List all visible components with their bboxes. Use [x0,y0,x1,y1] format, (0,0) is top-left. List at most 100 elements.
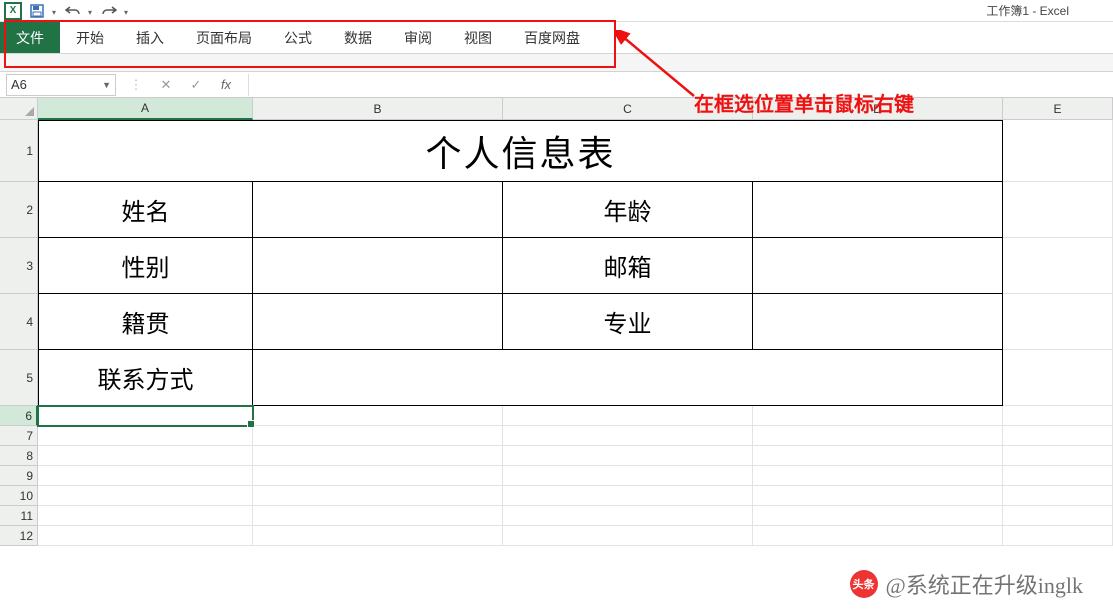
cell[interactable] [1003,406,1113,426]
cell[interactable] [1003,526,1113,546]
row-header-5[interactable]: 5 [0,350,38,406]
row-header-7[interactable]: 7 [0,426,38,446]
ribbon-tab-2[interactable]: 插入 [120,22,180,53]
cell[interactable]: 籍贯 [38,294,253,350]
cell[interactable] [753,506,1003,526]
cell[interactable] [38,506,253,526]
column-header-A[interactable]: A [38,98,253,120]
cell[interactable]: 邮箱 [503,238,753,294]
select-all-corner[interactable] [0,98,38,120]
qat-separator: ▾ [52,8,58,14]
cell[interactable] [1003,238,1113,294]
cell[interactable] [753,526,1003,546]
cell[interactable] [253,406,503,426]
fx-button[interactable]: fx [214,77,238,92]
ribbon-tab-6[interactable]: 审阅 [388,22,448,53]
row-header-6[interactable]: 6 [0,406,38,426]
cell[interactable] [253,182,503,238]
cell[interactable]: 专业 [503,294,753,350]
cell[interactable] [753,426,1003,446]
cell[interactable]: 联系方式 [38,350,253,406]
ribbon-tab-1[interactable]: 开始 [60,22,120,53]
active-cell[interactable] [38,406,253,426]
formula-controls: ⋮ ✕ ✓ fx [118,77,244,93]
spreadsheet-grid: ABCDE 1个人信息表2姓名年龄3性别邮箱4籍贯专业5联系方式67891011… [0,98,1113,546]
ribbon-tab-7[interactable]: 视图 [448,22,508,53]
row-header-9[interactable]: 9 [0,466,38,486]
cell[interactable] [38,466,253,486]
save-icon [30,4,44,18]
name-box-dropdown-icon[interactable]: ▼ [102,80,111,90]
undo-dropdown[interactable]: ▾ [88,8,94,14]
cell[interactable] [503,426,753,446]
cell[interactable] [253,526,503,546]
cell[interactable] [253,426,503,446]
cell[interactable] [1003,350,1113,406]
cell[interactable] [503,446,753,466]
watermark-text: @系统正在升级inglk [886,568,1084,600]
cell[interactable] [1003,466,1113,486]
cell[interactable] [753,294,1003,350]
cell[interactable] [253,486,503,506]
cell[interactable] [253,466,503,486]
cell[interactable] [1003,426,1113,446]
formula-input[interactable] [248,74,1113,96]
cell[interactable] [503,406,753,426]
cell[interactable] [753,406,1003,426]
row-header-12[interactable]: 12 [0,526,38,546]
row-header-3[interactable]: 3 [0,238,38,294]
cell[interactable] [1003,506,1113,526]
ribbon-tab-3[interactable]: 页面布局 [180,22,268,53]
cell[interactable] [1003,120,1113,182]
cell[interactable]: 姓名 [38,182,253,238]
cell[interactable] [753,466,1003,486]
row-header-10[interactable]: 10 [0,486,38,506]
cell[interactable] [1003,446,1113,466]
cell[interactable] [38,486,253,506]
column-header-B[interactable]: B [253,98,503,120]
accept-formula-button[interactable]: ✓ [184,77,208,93]
cell[interactable] [253,294,503,350]
cell[interactable] [503,526,753,546]
cell[interactable] [753,182,1003,238]
cell[interactable] [1003,486,1113,506]
watermark-logo-icon: 头条 [850,570,878,598]
cell[interactable]: 年龄 [503,182,753,238]
cell[interactable] [753,238,1003,294]
cell[interactable] [38,526,253,546]
merged-contact-cell[interactable] [253,350,1003,406]
cell[interactable]: 性别 [38,238,253,294]
merged-title-cell[interactable]: 个人信息表 [38,120,1003,182]
cell[interactable] [1003,182,1113,238]
redo-button[interactable] [98,2,120,20]
ribbon-tab-8[interactable]: 百度网盘 [508,22,596,53]
row-header-1[interactable]: 1 [0,120,38,182]
cell[interactable] [753,446,1003,466]
row-header-4[interactable]: 4 [0,294,38,350]
row-header-8[interactable]: 8 [0,446,38,466]
undo-button[interactable] [62,2,84,20]
ribbon-tab-4[interactable]: 公式 [268,22,328,53]
cell[interactable] [503,486,753,506]
cell[interactable] [503,466,753,486]
cell[interactable] [753,486,1003,506]
row-header-11[interactable]: 11 [0,506,38,526]
name-box[interactable]: A6 ▼ [6,74,116,96]
cell[interactable] [38,426,253,446]
name-box-value: A6 [11,77,27,92]
cell[interactable] [503,506,753,526]
ribbon-body [0,54,1113,72]
save-button[interactable] [26,2,48,20]
cancel-formula-button[interactable]: ✕ [154,77,178,93]
cell[interactable] [253,506,503,526]
cell[interactable] [253,238,503,294]
cell[interactable] [38,446,253,466]
cell[interactable] [253,446,503,466]
ribbon-tab-5[interactable]: 数据 [328,22,388,53]
excel-app-icon: X [4,2,22,20]
row-header-2[interactable]: 2 [0,182,38,238]
cell[interactable] [1003,294,1113,350]
formula-bar: A6 ▼ ⋮ ✕ ✓ fx [0,72,1113,98]
ribbon-tab-0[interactable]: 文件 [0,22,60,53]
column-header-E[interactable]: E [1003,98,1113,120]
